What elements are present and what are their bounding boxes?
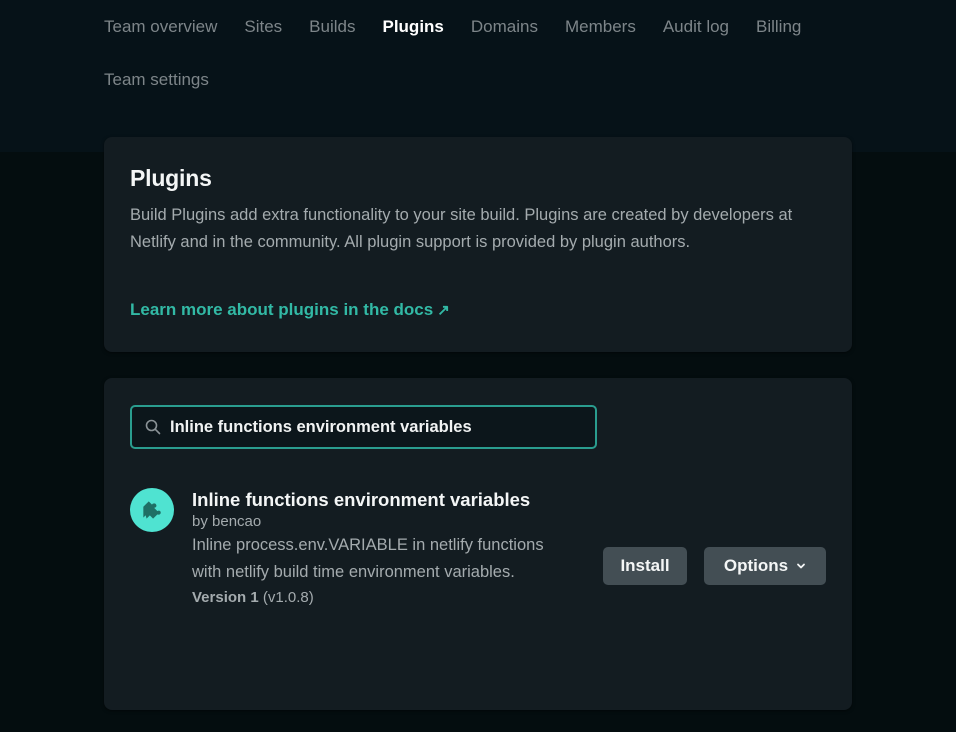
plugin-author: by bencao xyxy=(192,513,262,530)
plugin-search[interactable] xyxy=(130,405,597,449)
plugin-info: Inline functions environment variables b… xyxy=(192,486,572,609)
install-button-label: Install xyxy=(620,556,670,575)
external-arrow-icon: ↗ xyxy=(437,302,450,319)
plugin-version-number: (v1.0.8) xyxy=(262,589,314,606)
nav-item-builds[interactable]: Builds xyxy=(309,14,355,40)
page-title: Plugins xyxy=(130,165,212,191)
nav-item-plugins[interactable]: Plugins xyxy=(382,14,443,40)
chevron-down-icon xyxy=(797,563,806,569)
plugin-description: Inline process.env.VARIABLE in netlify f… xyxy=(192,536,544,581)
install-button[interactable]: Install xyxy=(603,547,687,585)
nav-item-team-overview[interactable]: Team overview xyxy=(104,14,217,40)
plugin-list-item: Inline functions environment variables b… xyxy=(130,486,830,646)
docs-link-label: Learn more about plugins in the docs xyxy=(130,300,434,319)
docs-link[interactable]: Learn more about plugins in the docs ↗ xyxy=(130,300,450,320)
plugin-version: Version 1 (v1.0.8) xyxy=(192,587,572,609)
puzzle-piece-icon xyxy=(143,501,161,519)
search-icon xyxy=(145,419,161,435)
options-dropdown-button[interactable]: Options xyxy=(704,547,826,585)
plugins-directory-card: Inline functions environment variables b… xyxy=(104,378,852,710)
plugins-description: Build Plugins add extra functionality to… xyxy=(130,206,793,251)
nav-item-billing[interactable]: Billing xyxy=(756,14,801,40)
search-input[interactable] xyxy=(170,417,595,437)
plugin-logo xyxy=(130,488,174,532)
plugin-version-label: Version 1 xyxy=(192,589,259,606)
plugins-intro-card: Plugins Build Plugins add extra function… xyxy=(104,137,852,352)
nav-item-sites[interactable]: Sites xyxy=(244,14,282,40)
options-button-label: Options xyxy=(723,556,789,575)
nav-item-domains[interactable]: Domains xyxy=(471,14,538,40)
nav-item-members[interactable]: Members xyxy=(565,14,636,40)
plugin-name: Inline functions environment variables xyxy=(192,489,531,510)
nav-item-team-settings[interactable]: Team settings xyxy=(104,67,209,93)
nav-item-audit-log[interactable]: Audit log xyxy=(663,14,729,40)
team-nav: Team overview Sites Builds Plugins Domai… xyxy=(104,14,864,120)
